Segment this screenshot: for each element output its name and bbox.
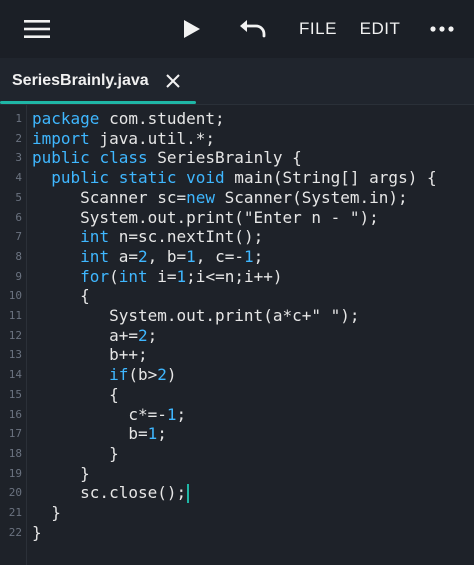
line-number: 7 bbox=[15, 230, 22, 244]
code-text: Scanner sc=new Scanner(System.in); bbox=[32, 187, 408, 207]
code-line[interactable]: 11 System.out.print(a*c+" "); bbox=[0, 306, 474, 326]
code-text: int a=2, b=1, c=-1; bbox=[80, 246, 264, 266]
code-text: int n=sc.nextInt(); bbox=[80, 227, 264, 247]
text-cursor bbox=[187, 484, 190, 504]
code-line[interactable]: 18 } bbox=[0, 444, 474, 464]
code-text: if(b>2) bbox=[109, 365, 177, 385]
line-number: 15 bbox=[8, 387, 22, 401]
menu-button[interactable] bbox=[20, 0, 54, 58]
code-text: System.out.print("Enter n - "); bbox=[32, 207, 379, 227]
run-button[interactable] bbox=[178, 0, 206, 58]
code-line[interactable]: 12 a+=2; bbox=[0, 326, 474, 346]
code-line[interactable]: 8 int a=2, b=1, c=-1; bbox=[0, 247, 474, 267]
undo-icon bbox=[240, 20, 266, 38]
line-number: 2 bbox=[15, 131, 22, 145]
line-number: 3 bbox=[15, 151, 22, 165]
line-number: 21 bbox=[8, 506, 22, 519]
code-text: } bbox=[32, 522, 42, 542]
code-text: b++; bbox=[32, 345, 148, 365]
code-text: c*=-1; bbox=[32, 404, 187, 424]
line-number: 20 bbox=[8, 486, 22, 500]
code-editor[interactable]: 1 package com.student; 2 import java.util.*… bbox=[0, 105, 474, 565]
line-number: 6 bbox=[15, 210, 22, 224]
code-text: sc.close(); bbox=[32, 483, 190, 504]
code-text: { bbox=[32, 286, 90, 306]
tab-label: SeriesBrainly.java bbox=[12, 72, 149, 89]
code-line[interactable]: 5 Scanner sc=new Scanner(System.in); bbox=[0, 188, 474, 208]
code-text: package com.student; bbox=[32, 109, 225, 128]
play-icon bbox=[184, 20, 200, 38]
code-line[interactable]: 22} bbox=[0, 523, 474, 543]
line-number: 13 bbox=[8, 348, 22, 362]
line-number: 16 bbox=[8, 407, 22, 421]
code-text: public class SeriesBrainly { bbox=[32, 148, 302, 168]
code-line[interactable]: 3 public class SeriesBrainly { bbox=[0, 148, 474, 168]
code-text: { bbox=[32, 384, 119, 404]
line-number: 18 bbox=[8, 446, 22, 460]
active-tab-indicator bbox=[0, 101, 196, 104]
line-number: 10 bbox=[8, 289, 22, 303]
file-tab-bar: SeriesBrainly.java bbox=[0, 58, 474, 105]
undo-button[interactable] bbox=[236, 0, 270, 58]
hamburger-menu-icon bbox=[24, 20, 50, 38]
code-text: a+=2; bbox=[32, 325, 158, 345]
code-line[interactable]: 6 System.out.print("Enter n - "); bbox=[0, 208, 474, 228]
line-number: 5 bbox=[15, 190, 22, 204]
code-line[interactable]: 20 sc.close(); bbox=[0, 483, 474, 504]
line-number: 22 bbox=[8, 525, 22, 539]
code-line[interactable]: 1 package com.student; bbox=[0, 109, 474, 129]
code-line[interactable]: 13 b++; bbox=[0, 345, 474, 365]
code-text: System.out.print(a*c+" "); bbox=[32, 306, 360, 325]
edit-menu-button[interactable]: EDIT bbox=[358, 0, 402, 58]
code-text: } bbox=[32, 463, 90, 483]
code-line[interactable]: 19 } bbox=[0, 464, 474, 484]
more-horizontal-icon bbox=[430, 26, 454, 32]
code-line[interactable]: 9 for(int i=1;i<=n;i++) bbox=[0, 267, 474, 287]
line-number: 4 bbox=[15, 171, 22, 185]
code-line[interactable]: 7 int n=sc.nextInt(); bbox=[0, 227, 474, 247]
code-text: public static void main(String[] args) { bbox=[51, 168, 437, 188]
code-text: } bbox=[32, 443, 119, 463]
code-line[interactable]: 17 b=1; bbox=[0, 424, 474, 444]
code-text: import java.util.*; bbox=[32, 128, 216, 148]
code-text: for(int i=1;i<=n;i++) bbox=[80, 266, 283, 286]
line-number: 9 bbox=[15, 269, 22, 283]
code-line[interactable]: 21 } bbox=[0, 503, 474, 523]
line-number: 1 bbox=[15, 112, 22, 125]
line-number: 19 bbox=[8, 466, 22, 480]
line-number: 12 bbox=[8, 328, 22, 342]
code-line[interactable]: 16 c*=-1; bbox=[0, 405, 474, 425]
code-line[interactable]: 10 { bbox=[0, 286, 474, 306]
line-number: 17 bbox=[8, 427, 22, 441]
code-line[interactable]: 14 if(b>2) bbox=[0, 365, 474, 385]
code-line[interactable]: 4 public static void main(String[] args)… bbox=[0, 168, 474, 188]
code-text: } bbox=[32, 503, 61, 522]
close-tab-button[interactable] bbox=[162, 70, 184, 92]
line-number: 11 bbox=[8, 309, 22, 322]
code-line[interactable]: 15 { bbox=[0, 385, 474, 405]
app-toolbar: FILE EDIT bbox=[0, 0, 474, 58]
code-text: b=1; bbox=[32, 424, 167, 444]
close-icon bbox=[166, 74, 180, 88]
line-number: 8 bbox=[15, 249, 22, 263]
line-number: 14 bbox=[8, 368, 22, 382]
more-options-button[interactable] bbox=[426, 0, 458, 58]
file-menu-button[interactable]: FILE bbox=[296, 0, 340, 58]
code-line[interactable]: 2 import java.util.*; bbox=[0, 129, 474, 149]
